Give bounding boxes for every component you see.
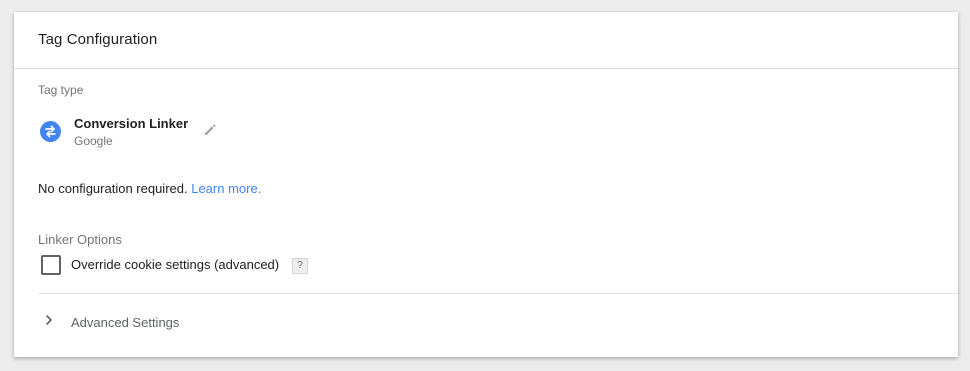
tag-type-label: Tag type xyxy=(38,83,84,97)
tag-configuration-card: Tag Configuration Tag type Conversion Li… xyxy=(14,12,958,357)
divider xyxy=(38,293,958,294)
card-title: Tag Configuration xyxy=(38,31,158,48)
pencil-icon[interactable] xyxy=(202,122,218,138)
advanced-settings-label: Advanced Settings xyxy=(71,315,180,330)
help-icon[interactable]: ? xyxy=(292,258,308,274)
tag-vendor: Google xyxy=(74,134,113,148)
learn-more-link[interactable]: Learn more. xyxy=(191,181,261,196)
advanced-settings-toggle[interactable]: Advanced Settings xyxy=(38,308,338,336)
override-cookie-checkbox[interactable] xyxy=(41,255,61,275)
no-config-message: No configuration required. Learn more. xyxy=(38,181,261,196)
tag-type-selector[interactable]: Conversion Linker Google xyxy=(38,116,438,156)
override-cookie-row: Override cookie settings (advanced) ? xyxy=(41,255,441,275)
no-config-text: No configuration required. xyxy=(38,181,188,196)
linker-options-label: Linker Options xyxy=(38,232,122,247)
chevron-right-icon xyxy=(44,313,54,327)
card-header: Tag Configuration xyxy=(14,12,958,69)
swap-arrows-icon xyxy=(40,121,61,142)
override-cookie-label[interactable]: Override cookie settings (advanced) xyxy=(71,257,279,272)
tag-name: Conversion Linker xyxy=(74,116,189,131)
